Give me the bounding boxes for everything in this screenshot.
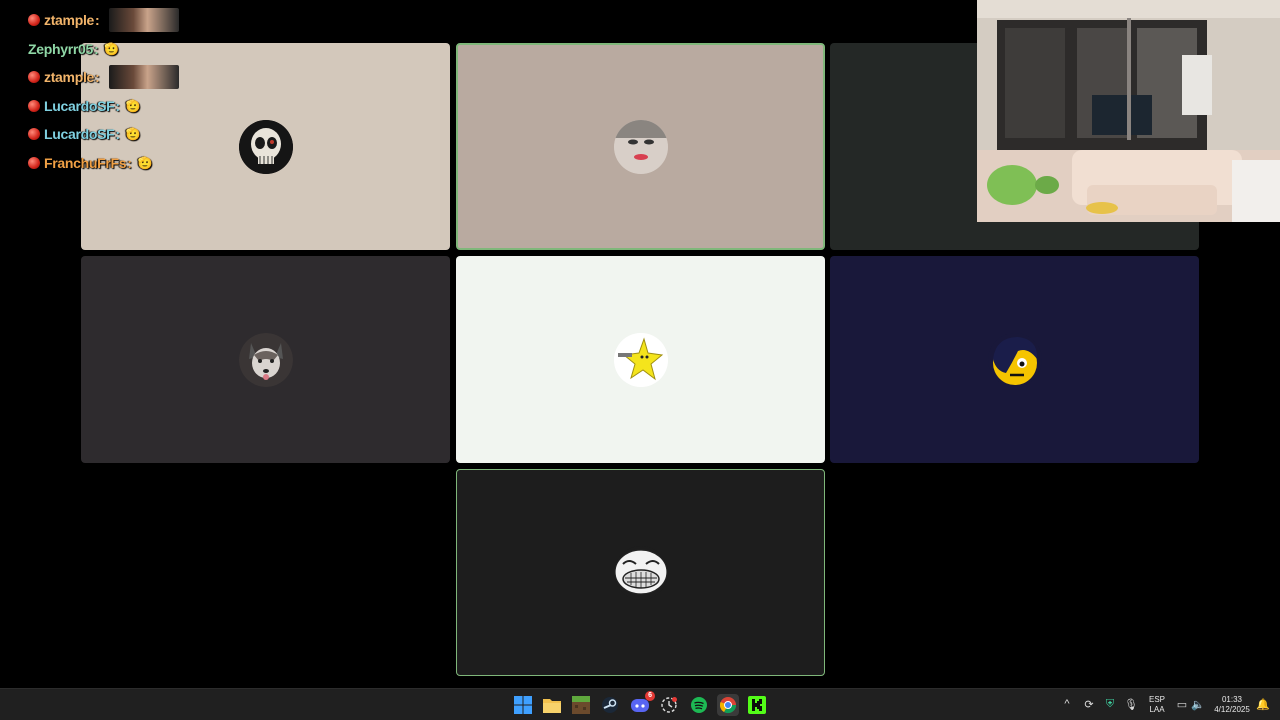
chat-message: FranchuFrFs : 🫡	[28, 149, 179, 178]
kick-icon[interactable]	[746, 694, 768, 716]
chat-message: ztample :	[28, 63, 180, 92]
notification-bell-icon[interactable]: 🔔	[1256, 697, 1270, 711]
husky-avatar	[238, 332, 293, 387]
participant-tile-4[interactable]	[81, 256, 450, 463]
windows-start-icon[interactable]	[512, 694, 534, 716]
chat-username[interactable]: LucardoSF	[44, 126, 115, 142]
steam-icon[interactable]	[599, 694, 621, 716]
spotify-icon[interactable]	[688, 694, 710, 716]
microphone-icon[interactable]: 🎙	[1124, 697, 1138, 711]
chat-username[interactable]: Zephyrr05	[28, 41, 93, 57]
chrome-icon[interactable]	[717, 694, 739, 716]
chat-username[interactable]: FranchuFrFs	[44, 155, 127, 171]
participant-tile-6[interactable]	[830, 256, 1199, 463]
emo-smiley-avatar	[987, 332, 1042, 387]
language-indicator[interactable]: ESP LAA	[1144, 695, 1170, 715]
salute-emote-icon: 🫡	[104, 41, 120, 56]
discord-icon[interactable]: 6	[629, 691, 655, 716]
minecraft-icon[interactable]	[570, 694, 592, 716]
participant-tile-7[interactable]	[456, 469, 825, 676]
chat-username[interactable]: ztample	[44, 69, 94, 85]
chat-message: LucardoSF : 🫡	[28, 120, 179, 149]
shield-icon[interactable]: ⛨	[1103, 697, 1117, 711]
badge-icon	[28, 71, 40, 84]
discord-notification-badge: 6	[645, 691, 655, 701]
face-avatar	[613, 119, 668, 174]
volume-icon[interactable]: 🔈	[1191, 697, 1205, 711]
image-emote	[109, 8, 180, 33]
salute-emote-icon: 🫡	[125, 98, 141, 113]
chat-separator: :	[95, 12, 100, 29]
webcam-feed	[977, 0, 1280, 222]
badge-icon	[28, 99, 40, 112]
trollface-avatar	[613, 545, 668, 600]
skull-avatar	[238, 119, 293, 174]
clock-date: 4/12/2025	[1214, 705, 1250, 714]
chat-separator: :	[95, 69, 100, 86]
language-code: ESP	[1148, 695, 1165, 704]
badge-icon	[28, 156, 40, 169]
badge-icon	[28, 128, 40, 141]
clock-time: 01:33	[1221, 695, 1243, 704]
salute-emote-icon: 🫡	[137, 155, 153, 170]
chat-username[interactable]: LucardoSF	[44, 98, 115, 114]
participant-tile-5[interactable]	[456, 256, 825, 463]
chat-separator: :	[94, 40, 99, 57]
chat-separator: :	[127, 154, 132, 171]
badge-icon	[28, 14, 40, 27]
star-avatar	[613, 332, 668, 387]
keyboard-layout: LAA	[1149, 705, 1165, 714]
sync-icon[interactable]: ⟳	[1082, 697, 1096, 711]
chat-overlay: ztample : Zephyrr05 : 🫡 ztample : Lucard…	[28, 6, 180, 178]
chat-message: ztample :	[28, 6, 180, 35]
taskbar: 6 ^ ⟳ ⛨ 🎙 ESP LAA ▭ 🔈 01:33 4/12/2025 🔔	[0, 688, 1280, 720]
file-explorer-icon[interactable]	[541, 694, 563, 716]
chat-separator: :	[115, 126, 120, 143]
participant-tile-2[interactable]	[456, 43, 825, 250]
clock-app-icon[interactable]	[658, 694, 680, 716]
clock[interactable]: 01:33 4/12/2025	[1210, 695, 1254, 715]
salute-emote-icon: 🫡	[125, 127, 141, 142]
chat-username[interactable]: ztample	[44, 12, 94, 28]
chat-separator: :	[115, 97, 120, 114]
chat-message: LucardoSF : 🫡	[28, 92, 179, 121]
chevron-up-icon[interactable]: ^	[1060, 697, 1074, 711]
image-emote	[109, 65, 180, 90]
network-icon[interactable]: ▭	[1175, 697, 1189, 711]
chat-message: Zephyrr05 : 🫡	[28, 35, 179, 64]
